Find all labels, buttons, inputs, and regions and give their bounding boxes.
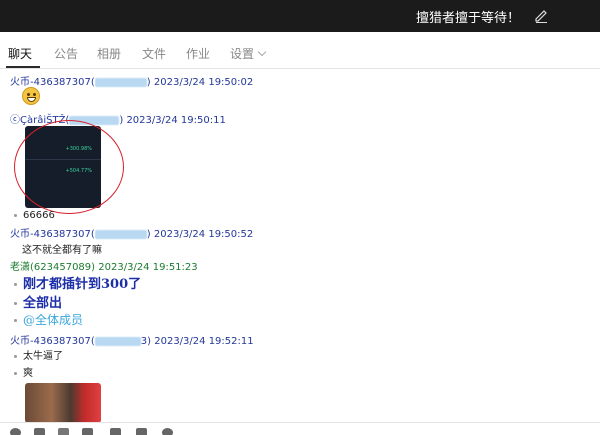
- message-time: 2023/3/24 19:50:11: [126, 115, 226, 126]
- message-time: 2023/3/24 19:50:52: [153, 229, 254, 240]
- message-text: 66666: [14, 210, 55, 221]
- message-time: 2023/3/24 19:51:23: [98, 262, 198, 273]
- chat-messages: 火币-436387307() 2023/3/24 19:50:02 ⓒÇàrâi…: [0, 70, 600, 422]
- tab-album[interactable]: 相册: [97, 45, 121, 62]
- input-toolbar: [0, 422, 600, 435]
- emoji-icon[interactable]: [10, 428, 21, 435]
- gif-icon[interactable]: [34, 428, 45, 435]
- message-header: 火币-436387307(3) 2023/3/24 19:52:11: [10, 336, 254, 347]
- photo-image[interactable]: [25, 383, 101, 422]
- message-text: 刚才都插针到300了: [14, 273, 141, 292]
- tab-announcement[interactable]: 公告: [54, 45, 78, 62]
- red-annotation-circle: [14, 120, 124, 214]
- bullet-icon: [14, 371, 17, 375]
- message-header: 老潇(623457089) 2023/3/24 19:51:23: [10, 258, 198, 273]
- scissors-icon[interactable]: [58, 428, 69, 435]
- tab-chat[interactable]: 聊天: [8, 45, 32, 62]
- message-text: 全部出: [14, 292, 62, 311]
- active-tab-indicator: [6, 66, 40, 68]
- window-title: 擅猎者擅于等待！: [415, 11, 520, 26]
- sender-name: 火币-436387307(: [10, 77, 95, 88]
- bullet-icon: [14, 283, 17, 286]
- image-icon[interactable]: [110, 428, 121, 435]
- folder-icon[interactable]: [82, 428, 93, 435]
- bullet-icon: [14, 213, 17, 217]
- sender-name: 火币-436387307(: [10, 229, 95, 240]
- message-text: @全体成员: [14, 311, 83, 328]
- bullet-icon: [14, 354, 17, 358]
- tab-bar: 聊天 公告 相册 文件 作业 设置: [0, 32, 600, 69]
- redacted-block: [94, 336, 141, 346]
- message-header: ⓒÇàrâiŠTŽ() 2023/3/24 19:50:11: [10, 115, 226, 126]
- message-time: 2023/3/24 19:50:02: [153, 77, 254, 88]
- chevron-down-icon: [257, 47, 267, 57]
- tab-settings[interactable]: 设置: [230, 45, 267, 62]
- bullet-icon: [14, 319, 17, 322]
- grin-emoji-icon[interactable]: [22, 87, 40, 105]
- bullet-icon: [14, 302, 17, 305]
- sender-name: 火币-436387307(: [10, 336, 95, 347]
- redacted-block: [94, 77, 147, 87]
- sender-name: 老潇(623457089): [10, 262, 96, 273]
- voice-icon[interactable]: [162, 428, 173, 435]
- redacted-block: [94, 229, 147, 239]
- tab-settings-label: 设置: [230, 47, 255, 61]
- screen-icon[interactable]: [136, 428, 147, 435]
- message-text: 太牛逼了: [14, 347, 63, 362]
- message-text: 这不就全都有了嘛: [22, 245, 102, 256]
- message-header: 火币-436387307() 2023/3/24 19:50:02: [10, 77, 254, 88]
- message-text: 爽: [14, 364, 33, 379]
- message-time: 2023/3/24 19:52:11: [154, 336, 254, 347]
- message-header: 火币-436387307() 2023/3/24 19:50:52: [10, 229, 254, 240]
- pencil-icon[interactable]: [534, 7, 548, 23]
- tab-files[interactable]: 文件: [142, 45, 166, 62]
- tab-homework[interactable]: 作业: [186, 45, 210, 62]
- title-bar: 擅猎者擅于等待！: [0, 0, 600, 32]
